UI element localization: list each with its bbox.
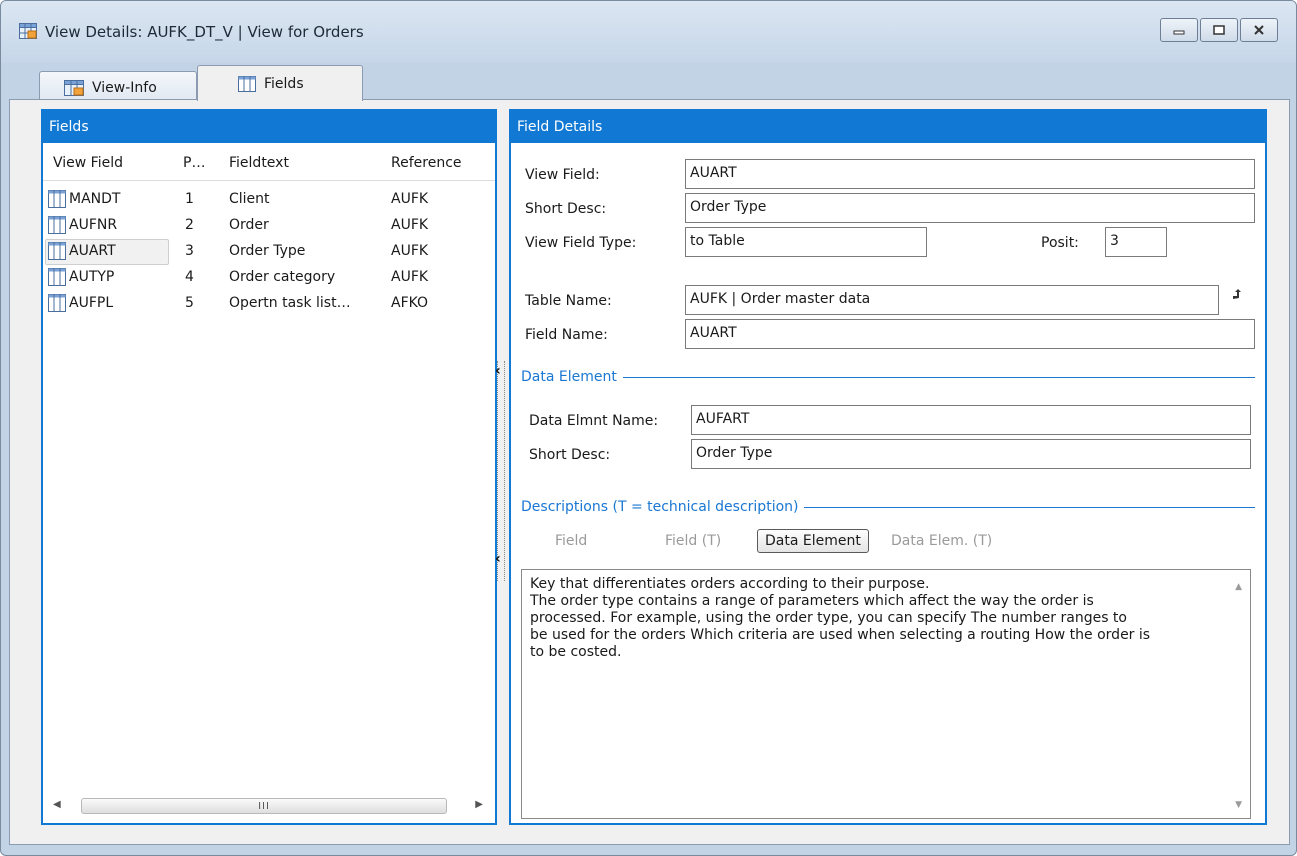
cell-position: 5 xyxy=(185,295,194,311)
scroll-thumb-grip: III xyxy=(258,800,270,812)
table-row[interactable]: AUFNR 2 Order AUFK xyxy=(43,213,495,239)
column-header-position[interactable]: P… xyxy=(183,155,205,171)
fields-panel-header: Fields xyxy=(43,111,495,143)
cell-position: 1 xyxy=(185,191,194,207)
tab-fields-label: Fields xyxy=(264,75,304,92)
column-header-view-field[interactable]: View Field xyxy=(53,155,123,171)
data-element-short-desc-label: Short Desc: xyxy=(529,447,611,463)
fields-table-header: View Field P… Fieldtext Reference xyxy=(43,143,495,181)
scroll-left-icon[interactable]: ◀ xyxy=(53,799,61,810)
table-name-label: Table Name: xyxy=(525,293,612,309)
table-row-selected[interactable]: AUART 3 Order Type AUFK xyxy=(43,239,495,265)
minimize-button[interactable] xyxy=(1160,18,1198,42)
table-grid-icon xyxy=(64,79,84,96)
cell-reference: AFKO xyxy=(391,295,429,311)
cell-view-field: AUTYP xyxy=(69,269,115,285)
window-controls xyxy=(1160,18,1278,42)
section-divider xyxy=(804,506,1255,508)
field-grid-icon xyxy=(48,190,66,212)
data-element-short-desc-input[interactable]: Order Type xyxy=(691,439,1251,469)
cell-view-field: MANDT xyxy=(69,191,121,207)
table-row[interactable]: MANDT 1 Client AUFK xyxy=(43,187,495,213)
data-element-name-input[interactable]: AUFART xyxy=(691,405,1251,435)
horizontal-scrollbar[interactable]: ◀ III ▶ xyxy=(47,795,487,817)
table-row[interactable]: AUFPL 5 Opertn task list… AFKO xyxy=(43,291,495,317)
posit-input[interactable]: 3 xyxy=(1105,227,1167,257)
minimize-icon xyxy=(1173,30,1185,35)
cell-reference: AUFK xyxy=(391,243,429,259)
desc-tab-field[interactable]: Field xyxy=(555,533,587,549)
short-desc-label: Short Desc: xyxy=(525,201,607,217)
columns-icon xyxy=(238,75,256,92)
desc-tab-field-technical[interactable]: Field (T) xyxy=(665,533,721,549)
posit-label: Posit: xyxy=(1041,235,1079,251)
data-element-title: Data Element xyxy=(521,369,617,385)
close-button[interactable] xyxy=(1240,18,1278,42)
descriptions-title: Descriptions (T = technical description) xyxy=(521,499,799,515)
descriptions-section: Descriptions (T = technical description) xyxy=(521,499,1255,515)
panel-splitter[interactable] xyxy=(497,361,505,581)
cell-fieldtext: Client xyxy=(229,191,270,207)
cell-view-field: AUFNR xyxy=(69,217,118,233)
cell-fieldtext: Opertn task list… xyxy=(229,295,351,311)
desc-tab-data-element-technical[interactable]: Data Elem. (T) xyxy=(891,533,992,549)
field-grid-icon xyxy=(48,268,66,290)
view-field-label: View Field: xyxy=(525,167,600,183)
field-grid-icon xyxy=(48,294,66,316)
cell-fieldtext: Order category xyxy=(229,269,336,285)
expand-arrow-icon[interactable] xyxy=(1231,289,1243,305)
data-element-section: Data Element xyxy=(521,369,1255,385)
column-header-reference[interactable]: Reference xyxy=(391,155,462,171)
field-grid-icon xyxy=(48,242,66,264)
window-title: View Details: AUFK_DT_V | View for Order… xyxy=(45,23,364,41)
cell-reference: AUFK xyxy=(391,269,429,285)
cell-position: 3 xyxy=(185,243,194,259)
maximize-button[interactable] xyxy=(1200,18,1238,42)
cell-view-field: AUFPL xyxy=(69,295,114,311)
cell-view-field: AUART xyxy=(69,243,116,259)
scroll-right-icon[interactable]: ▶ xyxy=(475,799,483,810)
splitter-arrow-icon[interactable]: ‹ xyxy=(495,363,501,379)
table-grid-icon xyxy=(19,23,37,39)
cell-reference: AUFK xyxy=(391,217,429,233)
table-name-input[interactable]: AUFK | Order master data xyxy=(685,285,1219,315)
column-header-fieldtext[interactable]: Fieldtext xyxy=(229,155,289,171)
view-field-input[interactable]: AUART xyxy=(685,159,1255,189)
view-field-type-input[interactable]: to Table xyxy=(685,227,927,257)
close-icon xyxy=(1254,25,1264,35)
section-divider xyxy=(622,376,1255,378)
view-field-type-label: View Field Type: xyxy=(525,235,637,251)
cell-fieldtext: Order Type xyxy=(229,243,306,259)
short-desc-input[interactable]: Order Type xyxy=(685,193,1255,223)
field-details-panel: Field Details View Field: AUART Short De… xyxy=(509,109,1267,825)
tab-view-info-label: View-Info xyxy=(92,79,157,96)
field-details-header: Field Details xyxy=(511,111,1265,143)
splitter-arrow-icon[interactable]: ‹ xyxy=(495,551,501,567)
data-element-name-label: Data Elmnt Name: xyxy=(529,413,659,429)
field-name-input[interactable]: AUART xyxy=(685,319,1255,349)
cell-reference: AUFK xyxy=(391,191,429,207)
tab-fields[interactable]: Fields xyxy=(197,65,363,101)
table-row[interactable]: AUTYP 4 Order category AUFK xyxy=(43,265,495,291)
app-window: View Details: AUFK_DT_V | View for Order… xyxy=(0,0,1297,856)
fields-panel: Fields View Field P… Fieldtext Reference… xyxy=(41,109,497,825)
scroll-up-icon[interactable]: ▲ xyxy=(1235,582,1242,592)
cell-fieldtext: Order xyxy=(229,217,269,233)
field-grid-icon xyxy=(48,216,66,238)
scrollbar-thumb[interactable]: III xyxy=(81,798,447,814)
field-name-label: Field Name: xyxy=(525,327,608,343)
desc-tab-data-element[interactable]: Data Element xyxy=(757,529,869,553)
cell-position: 4 xyxy=(185,269,194,285)
maximize-icon xyxy=(1213,25,1225,35)
cell-position: 2 xyxy=(185,217,194,233)
title-bar: View Details: AUFK_DT_V | View for Order… xyxy=(1,1,1296,63)
description-text: Key that differentiates orders according… xyxy=(530,576,1151,660)
scroll-down-icon[interactable]: ▼ xyxy=(1235,800,1242,810)
description-textarea[interactable]: Key that differentiates orders according… xyxy=(521,569,1251,819)
